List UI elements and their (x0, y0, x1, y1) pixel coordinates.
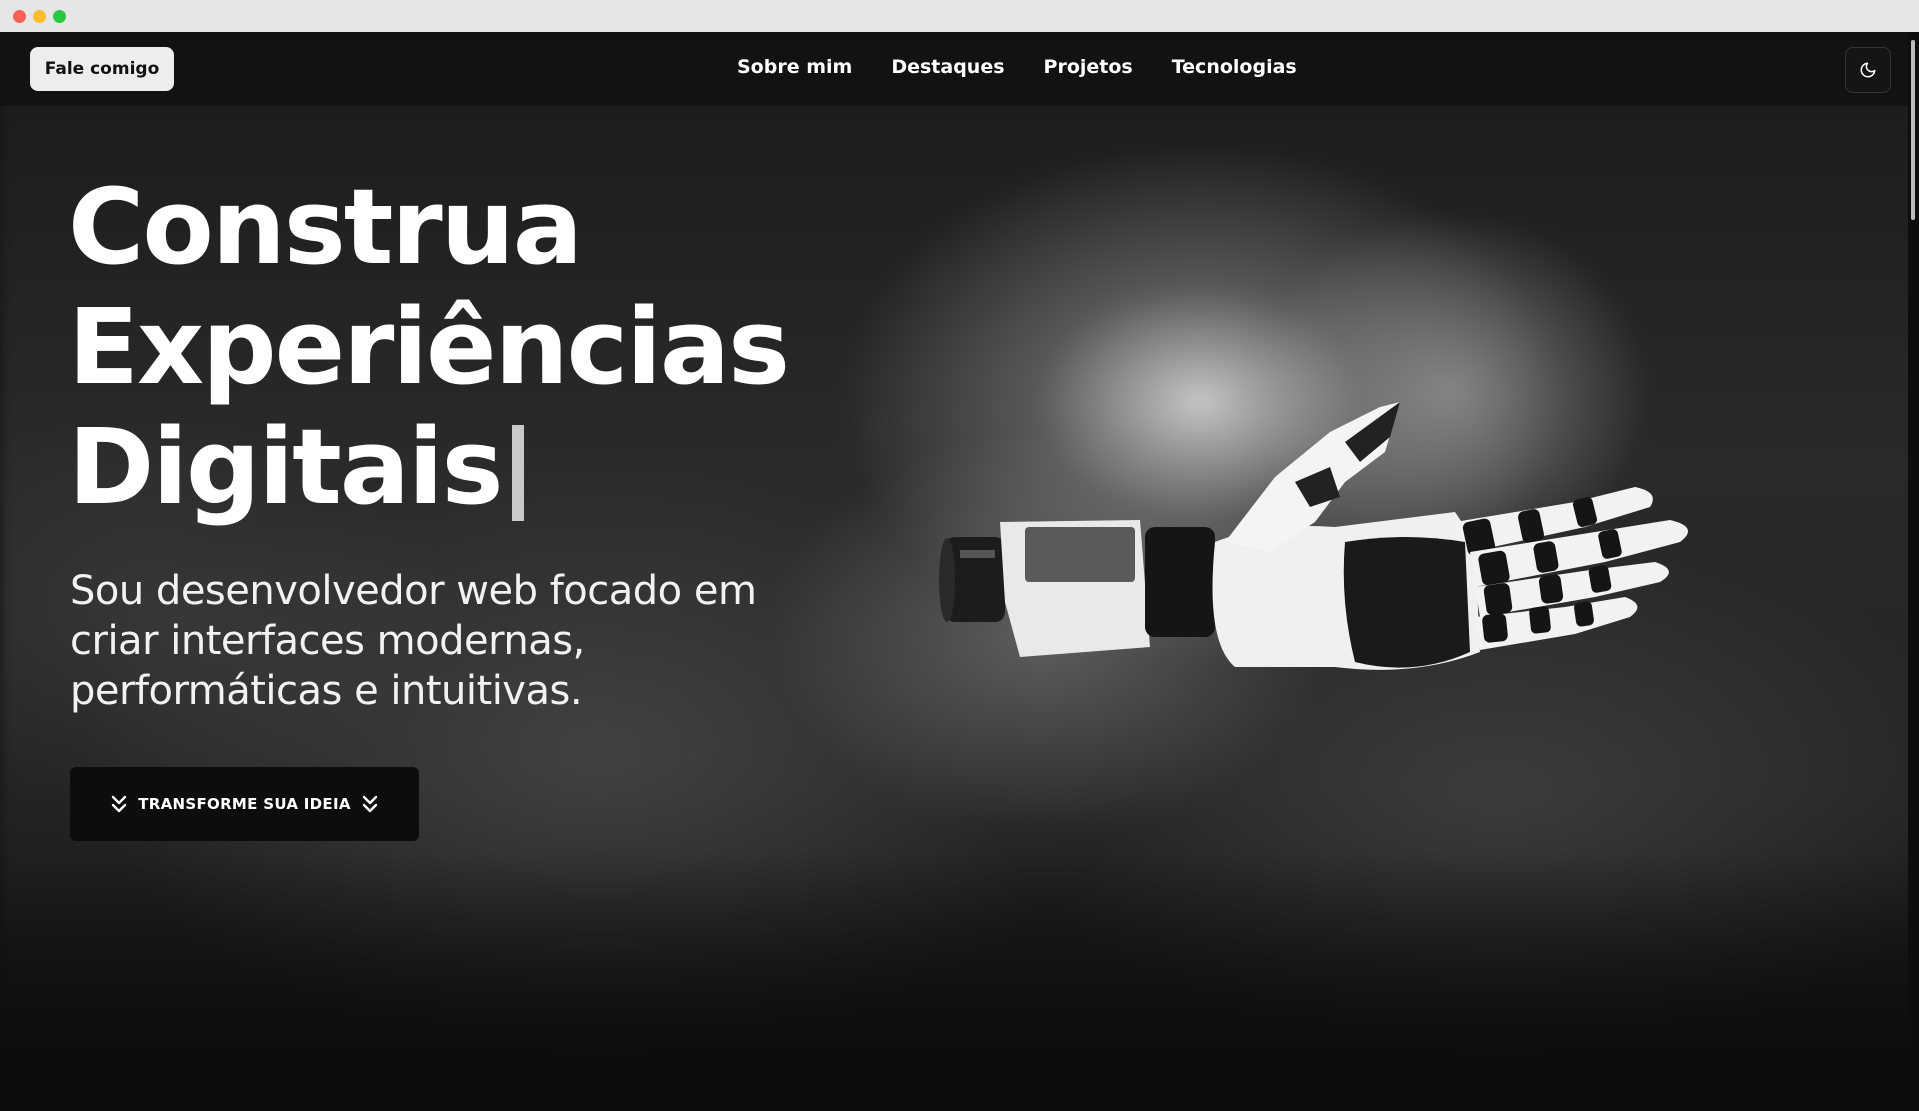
background-bottom-fade (0, 851, 1919, 1111)
theme-toggle-button[interactable] (1845, 47, 1891, 93)
hero-title-line-3: Digitais (68, 407, 788, 527)
hero-title-line-2: Experiências (68, 286, 790, 408)
moon-icon (1860, 62, 1876, 78)
hero-title-line-3-text: Digitais (68, 406, 504, 528)
contact-button[interactable]: Fale comigo (30, 47, 174, 91)
nav-link-about[interactable]: Sobre mim (737, 56, 852, 78)
close-window-button[interactable] (13, 10, 26, 23)
nav-link-highlights[interactable]: Destaques (891, 56, 1004, 78)
minimize-window-button[interactable] (33, 10, 46, 23)
double-chevron-down-icon (112, 795, 127, 813)
browser-window: Fale comigo Sobre mim Destaques Projetos… (0, 0, 1919, 1111)
transform-idea-button[interactable]: TRANSFORME SUA IDEIA (70, 767, 419, 841)
nav-link-projects[interactable]: Projetos (1044, 56, 1133, 78)
title-bar (0, 0, 1919, 33)
hero-title: Construa Experiências Digitais (68, 166, 790, 527)
cta-label: TRANSFORME SUA IDEIA (138, 795, 351, 813)
top-navigation-bar: Fale comigo Sobre mim Destaques Projetos… (0, 32, 1908, 106)
page-viewport: Fale comigo Sobre mim Destaques Projetos… (0, 32, 1919, 1111)
double-chevron-down-icon (362, 795, 377, 813)
nav-link-technologies[interactable]: Tecnologias (1172, 56, 1297, 78)
hero-subtitle: Sou desenvolvedor web focado em criar in… (70, 568, 757, 714)
typing-cursor (511, 425, 524, 521)
page-scrollbar[interactable] (1908, 32, 1919, 1111)
robotic-hand-illustration (939, 402, 1688, 670)
maximize-window-button[interactable] (53, 10, 66, 23)
nav-links: Sobre mim Destaques Projetos Tecnologias (737, 56, 1297, 78)
hero-title-line-1: Construa (68, 166, 583, 288)
scrollbar-thumb[interactable] (1911, 40, 1915, 220)
